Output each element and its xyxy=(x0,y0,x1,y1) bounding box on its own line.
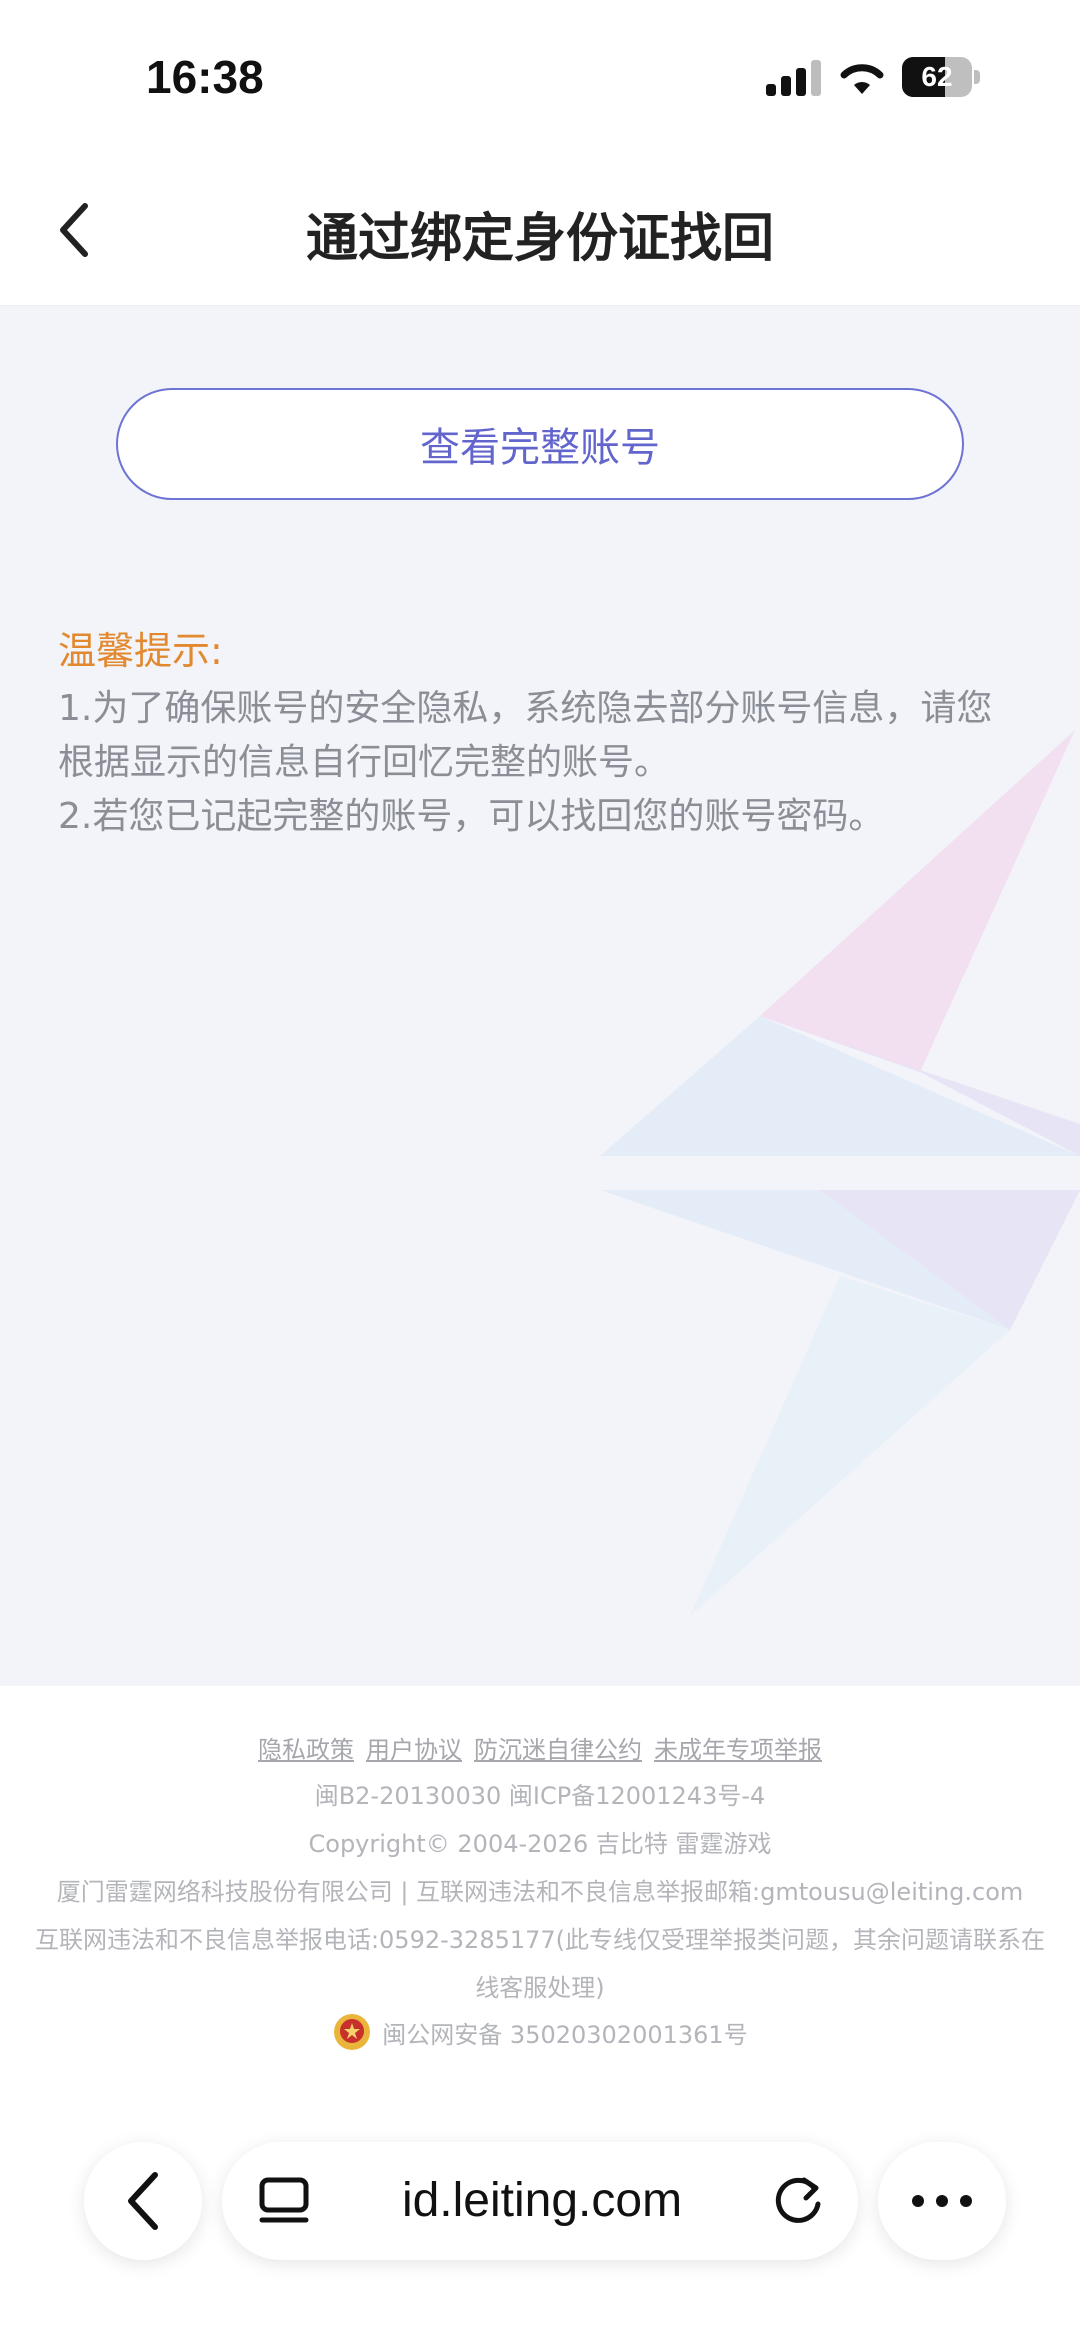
page-title: 通过绑定身份证找回 xyxy=(305,209,774,269)
main-content: 查看完整账号 温馨提示: 1.为了确保账号的安全隐私，系统隐去部分账号信息，请您… xyxy=(0,306,1080,1686)
battery-icon: 62 xyxy=(902,57,980,97)
status-time: 16:38 xyxy=(146,51,264,103)
signal-icon xyxy=(766,60,822,96)
footer: 隐私政策 用户协议 防沉迷自律公约 未成年专项举报 闽B2-20130030 闽… xyxy=(0,1686,1080,2086)
status-bar: 16:38 62 xyxy=(0,0,1080,150)
reload-icon[interactable] xyxy=(770,2172,828,2230)
tip-item: 2.若您已记起完整的账号，可以找回您的账号密码。 xyxy=(58,796,885,837)
user-agreement-link[interactable]: 用户协议 xyxy=(366,1730,462,1765)
browser-back-button[interactable] xyxy=(84,2142,202,2260)
page-header: 通过绑定身份证找回 xyxy=(0,150,1080,306)
back-icon xyxy=(128,2172,158,2230)
wifi-icon xyxy=(840,64,884,94)
privacy-policy-link[interactable]: 隐私政策 xyxy=(258,1730,354,1765)
footer-links: 隐私政策 用户协议 防沉迷自律公约 未成年专项举报 xyxy=(0,1730,1080,1765)
report-phone-text: 互联网违法和不良信息举报电话:0592-3285177(此专线仅受理举报类问题，… xyxy=(34,1926,1046,2002)
background-decoration xyxy=(600,730,1080,1616)
police-record: 闽公网安备 35020302001361号 xyxy=(0,2012,1080,2052)
tips-body: 1.为了确保账号的安全隐私，系统隐去部分账号信息，请您根据显示的信息自行回忆完整… xyxy=(58,682,1028,844)
minor-report-link[interactable]: 未成年专项举报 xyxy=(654,1730,822,1765)
view-full-account-button[interactable]: 查看完整账号 xyxy=(116,388,964,500)
license-text: 闽B2-20130030 闽ICP备12001243号-4 xyxy=(314,1782,766,1810)
police-record-text: 闽公网安备 35020302001361号 xyxy=(382,2020,748,2049)
copyright-text: Copyright© 2004-2026 吉比特 雷霆游戏 xyxy=(308,1830,772,1858)
tabs-icon[interactable] xyxy=(258,2176,310,2226)
url-text[interactable]: id.leiting.com xyxy=(322,2142,762,2260)
tip-item: 1.为了确保账号的安全隐私，系统隐去部分账号信息，请您根据显示的信息自行回忆完整… xyxy=(58,688,993,783)
address-bar[interactable]: id.leiting.com xyxy=(222,2142,858,2260)
anti-addiction-link[interactable]: 防沉迷自律公约 xyxy=(474,1730,642,1765)
more-icon xyxy=(912,2195,924,2207)
battery-level: 62 xyxy=(921,61,953,92)
police-badge-icon xyxy=(334,2014,371,2050)
company-text: 厦门雷霆网络科技股份有限公司 | 互联网违法和不良信息举报邮箱:gmtousu@… xyxy=(56,1878,1024,1906)
browser-toolbar: id.leiting.com xyxy=(0,2086,1080,2347)
more-button[interactable] xyxy=(878,2142,1006,2260)
tips-title: 温馨提示: xyxy=(58,629,223,673)
